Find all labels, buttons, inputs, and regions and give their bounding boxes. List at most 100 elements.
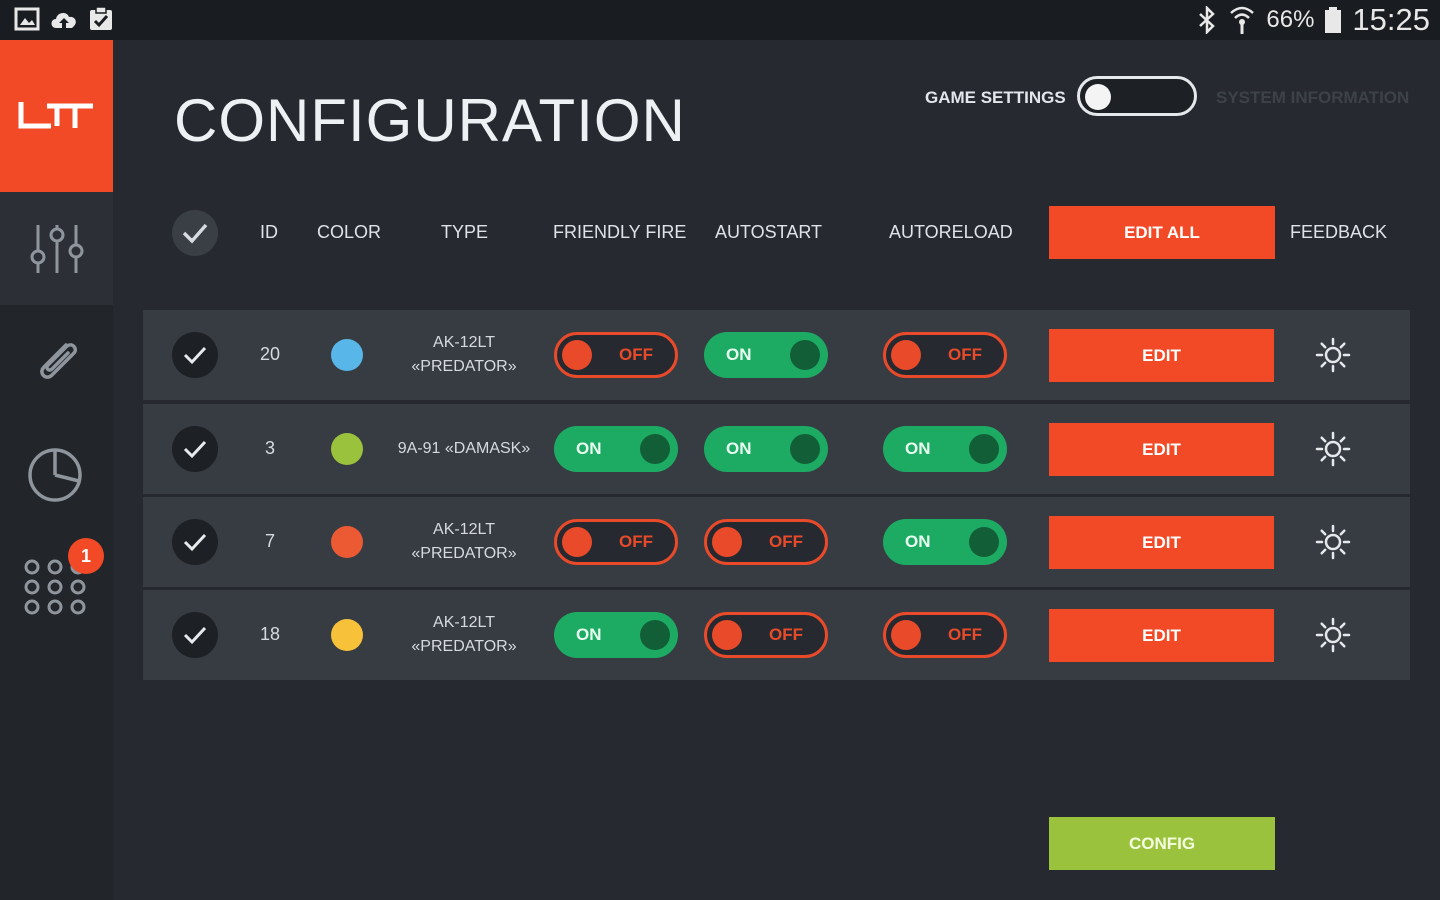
toggle-knob [712, 620, 742, 650]
autostart-toggle[interactable]: OFF [704, 519, 828, 565]
toggle-state: OFF [619, 345, 653, 364]
column-header-autostart: AUTOSTART [715, 222, 823, 242]
row-type: AK-12LT «PREDATOR» [383, 611, 545, 659]
battery-percentage: 66% [1266, 6, 1315, 33]
type-name: AK-12LT [433, 614, 495, 631]
sidebar: 1 [0, 40, 113, 900]
toggle-knob [891, 340, 921, 370]
type-name: AK-12LT [433, 521, 495, 538]
battery-icon [1325, 7, 1342, 33]
toggle-knob [969, 527, 999, 557]
sidebar-item-settings[interactable] [0, 192, 113, 305]
row-checkbox[interactable] [172, 332, 218, 378]
friendly-fire-toggle[interactable]: OFF [554, 519, 678, 565]
edit-button[interactable]: EDIT [1049, 423, 1274, 476]
notification-badge: 1 [68, 538, 104, 574]
checkmark-icon [183, 626, 207, 645]
paperclip-icon [39, 343, 77, 379]
edit-button[interactable]: EDIT [1049, 516, 1274, 569]
autoreload-toggle[interactable]: OFF [883, 612, 1007, 658]
type-nickname: «PREDATOR» [411, 358, 517, 375]
color-indicator [331, 339, 363, 371]
autoreload-toggle[interactable]: ON [883, 426, 1007, 472]
autoreload-toggle[interactable]: OFF [883, 332, 1007, 378]
column-header-autoreload: AUTORELOAD [889, 222, 1013, 242]
sidebar-item-statistics[interactable] [0, 418, 113, 528]
edit-all-button[interactable]: EDIT ALL [1049, 206, 1275, 259]
config-button[interactable]: CONFIG [1049, 817, 1275, 870]
row-checkbox[interactable] [172, 426, 218, 472]
toggle-knob [712, 527, 742, 557]
type-nickname: «PREDATOR» [411, 638, 517, 655]
column-header-color: COLOR [317, 222, 382, 242]
mode-toggle-knob [1085, 84, 1111, 110]
toggle-state: ON [726, 439, 752, 458]
checkmark-icon [182, 223, 208, 244]
row-checkbox[interactable] [172, 519, 218, 565]
wifi-icon [1230, 6, 1255, 34]
gallery-icon [14, 7, 40, 31]
toggle-knob [790, 434, 820, 464]
toggle-state: OFF [948, 345, 982, 364]
mode-toggle[interactable] [1077, 76, 1197, 116]
edit-button[interactable]: EDIT [1049, 609, 1274, 662]
game-settings-label[interactable]: GAME SETTINGS [925, 88, 1066, 108]
row-type: AK-12LT «PREDATOR» [383, 518, 545, 566]
toggle-knob [562, 527, 592, 557]
table-row: 18 AK-12LT «PREDATOR» ON OFF OFF EDIT [143, 590, 1410, 680]
sun-icon[interactable] [1315, 431, 1351, 467]
column-header-friendly-fire: FRIENDLY FIRE [553, 222, 687, 242]
friendly-fire-toggle[interactable]: ON [554, 612, 678, 658]
column-header-type: TYPE [441, 222, 489, 242]
toggle-knob [969, 434, 999, 464]
app-logo[interactable] [0, 40, 113, 192]
color-indicator [331, 619, 363, 651]
edit-button[interactable]: EDIT [1049, 329, 1274, 382]
toggle-knob [790, 340, 820, 370]
select-all-checkbox[interactable] [172, 210, 218, 256]
row-checkbox[interactable] [172, 612, 218, 658]
sun-icon[interactable] [1315, 524, 1351, 560]
row-id: 20 [259, 344, 281, 364]
toggle-state: OFF [769, 625, 803, 644]
table-row: 7 AK-12LT «PREDATOR» OFF OFF ON EDIT [143, 497, 1410, 587]
sun-icon[interactable] [1315, 617, 1351, 653]
row-type: AK-12LT «PREDATOR» [383, 331, 545, 379]
checkmark-icon [183, 346, 207, 365]
page-title: CONFIGURATION [174, 87, 686, 154]
column-header-feedback: FEEDBACK [1290, 222, 1388, 242]
friendly-fire-toggle[interactable]: ON [554, 426, 678, 472]
type-nickname: «PREDATOR» [411, 545, 517, 562]
toggle-state: OFF [948, 625, 982, 644]
sliders-icon [30, 224, 83, 273]
row-id: 7 [264, 531, 275, 551]
autostart-toggle[interactable]: ON [704, 426, 828, 472]
row-type: 9A-91 «DAMASK» [383, 437, 545, 461]
checkmark-icon [183, 533, 207, 552]
table-row: 20 AK-12LT «PREDATOR» OFF ON OFF EDIT [143, 310, 1410, 400]
toggle-state: OFF [769, 532, 803, 551]
table-row: 3 9A-91 «DAMASK» ON ON ON EDIT [143, 404, 1410, 494]
system-information-label[interactable]: SYSTEM INFORMATION [1216, 88, 1409, 108]
sidebar-item-attachments[interactable] [0, 305, 113, 415]
logo-mark [18, 102, 93, 129]
friendly-fire-toggle[interactable]: OFF [554, 332, 678, 378]
toggle-state: ON [576, 439, 602, 458]
autostart-toggle[interactable]: ON [704, 332, 828, 378]
autostart-toggle[interactable]: OFF [704, 612, 828, 658]
toggle-state: OFF [619, 532, 653, 551]
clock: 15:25 [1352, 2, 1430, 37]
autoreload-toggle[interactable]: ON [883, 519, 1007, 565]
toggle-knob [891, 620, 921, 650]
color-indicator [331, 526, 363, 558]
cloud-upload-icon [51, 13, 76, 28]
color-indicator [331, 433, 363, 465]
sun-icon[interactable] [1315, 337, 1351, 373]
bluetooth-icon [1199, 6, 1216, 34]
status-bar: 66% 15:25 [0, 0, 1440, 40]
toggle-state: ON [726, 345, 752, 364]
checkmark-icon [183, 440, 207, 459]
toggle-state: ON [905, 532, 931, 551]
row-id: 3 [264, 438, 275, 458]
toggle-state: ON [905, 439, 931, 458]
